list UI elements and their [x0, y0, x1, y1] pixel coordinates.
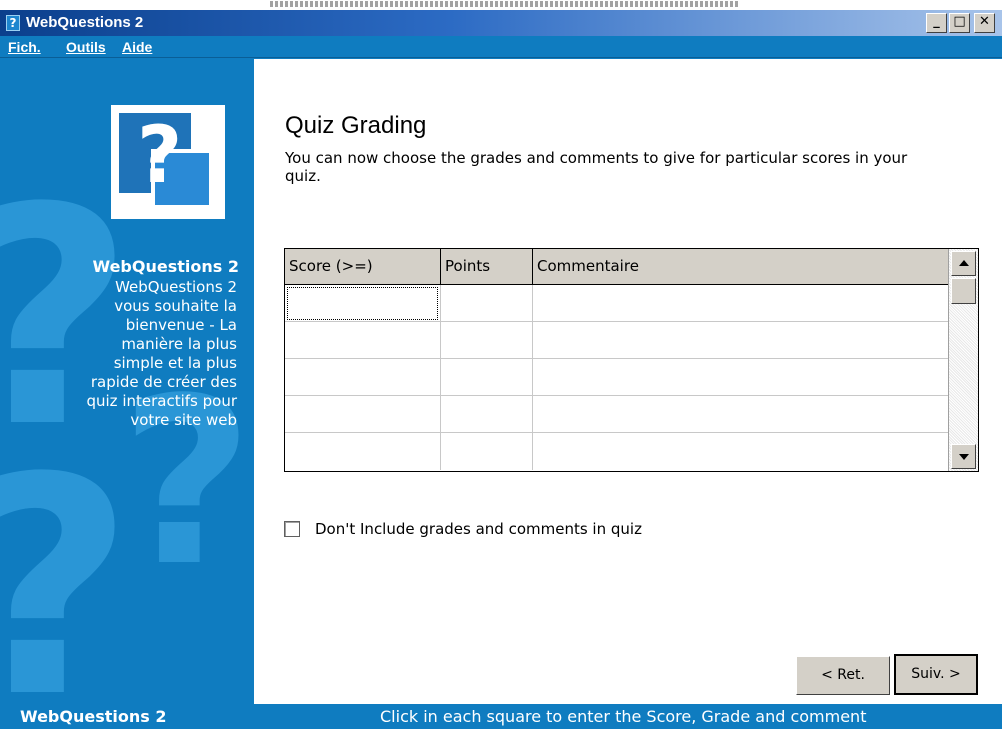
- table-row: [285, 285, 948, 322]
- next-button-label: Suiv. >: [911, 666, 961, 682]
- comment-cell[interactable]: [533, 433, 948, 470]
- scroll-down-button[interactable]: [951, 444, 976, 469]
- menu-help[interactable]: Aide: [122, 39, 152, 55]
- grading-grid[interactable]: Score (>=) Points Commentaire: [284, 248, 979, 472]
- scroll-up-button[interactable]: [951, 251, 976, 276]
- status-hint: Click in each square to enter the Score,…: [380, 707, 867, 726]
- table-row: [285, 396, 948, 433]
- menu-help-label: Aide: [122, 39, 153, 55]
- question-mark-icon: ?: [6, 15, 20, 31]
- exclude-grades-checkbox[interactable]: [284, 521, 300, 537]
- points-cell[interactable]: [441, 433, 533, 470]
- grid-header: Score (>=) Points Commentaire: [285, 249, 948, 285]
- background-question-mark-icon: ?: [0, 439, 134, 705]
- points-cell[interactable]: [441, 322, 533, 359]
- points-cell[interactable]: [441, 396, 533, 433]
- title-bar[interactable]: ? WebQuestions 2 _ □ ✕: [0, 10, 1002, 36]
- score-cell[interactable]: [285, 285, 441, 322]
- column-header-score[interactable]: Score (>=): [285, 249, 441, 284]
- scrollbar-thumb[interactable]: [951, 278, 976, 304]
- points-cell[interactable]: [441, 359, 533, 396]
- column-header-points[interactable]: Points: [441, 249, 533, 284]
- comment-cell[interactable]: [533, 359, 948, 396]
- back-button-label: < Ret.: [821, 667, 865, 683]
- window-title: WebQuestions 2: [26, 14, 144, 31]
- menu-tools[interactable]: Outils: [66, 39, 106, 55]
- minimize-button[interactable]: _: [926, 13, 947, 33]
- score-cell[interactable]: [285, 359, 441, 396]
- table-row: [285, 322, 948, 359]
- score-cell[interactable]: [285, 396, 441, 433]
- menu-tools-label: Outils: [66, 39, 106, 55]
- exclude-grades-label[interactable]: Don't Include grades and comments in qui…: [315, 519, 642, 539]
- app-window: ? WebQuestions 2 _ □ ✕ Fich. Outils Aide…: [0, 10, 1002, 729]
- sidebar-description: WebQuestions 2 vous souhaite la bienvenu…: [86, 278, 237, 429]
- comment-cell[interactable]: [533, 285, 948, 322]
- maximize-button[interactable]: □: [949, 13, 970, 33]
- background-desktop-strip: [0, 0, 1002, 10]
- minimize-icon: _: [933, 14, 940, 29]
- app-logo: ?: [111, 105, 225, 219]
- score-cell[interactable]: [285, 433, 441, 470]
- close-button[interactable]: ✕: [974, 13, 995, 33]
- points-cell[interactable]: [441, 285, 533, 322]
- back-button[interactable]: < Ret.: [796, 656, 890, 695]
- column-header-comment[interactable]: Commentaire: [533, 249, 948, 284]
- menu-file[interactable]: Fich.: [8, 39, 41, 55]
- grid-vertical-scrollbar[interactable]: [948, 249, 978, 471]
- table-row: [285, 433, 948, 470]
- close-icon: ✕: [979, 14, 990, 29]
- sidebar: ? ? ? ? WebQuestions 2 WebQuestions 2 vo…: [0, 59, 254, 704]
- page-title: Quiz Grading: [285, 112, 427, 139]
- sidebar-heading: WebQuestions 2: [92, 257, 240, 276]
- maximize-icon: □: [953, 14, 966, 29]
- status-bar: WebQuestions 2 Click in each square to e…: [0, 704, 1002, 729]
- menu-bar: Fich. Outils Aide: [0, 36, 1002, 58]
- menu-file-label: Fich.: [8, 39, 41, 55]
- next-button[interactable]: Suiv. >: [894, 654, 978, 695]
- score-cell[interactable]: [285, 322, 441, 359]
- table-row: [285, 359, 948, 396]
- comment-cell[interactable]: [533, 396, 948, 433]
- background-blur: [270, 1, 740, 7]
- main-panel: Quiz Grading You can now choose the grad…: [254, 59, 1002, 704]
- page-subtitle: You can now choose the grades and commen…: [285, 149, 908, 185]
- comment-cell[interactable]: [533, 322, 948, 359]
- logo-question-mark-icon: ?: [137, 111, 183, 201]
- status-app-name: WebQuestions 2: [20, 707, 167, 726]
